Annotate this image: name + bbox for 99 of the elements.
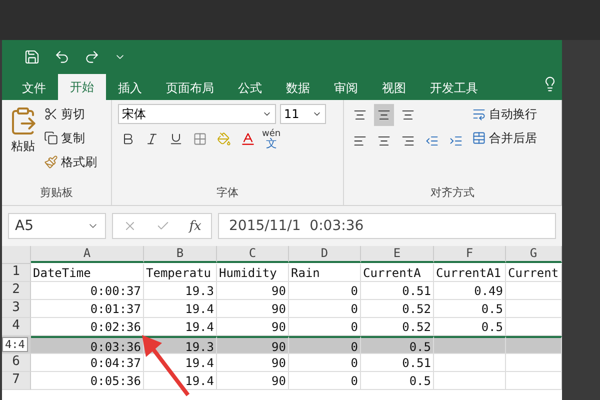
table-cell: 0.51 — [361, 354, 434, 372]
row-header[interactable]: 3 — [2, 300, 31, 318]
table-cell: 0 — [289, 354, 361, 372]
undo-icon[interactable] — [54, 49, 70, 65]
save-icon[interactable] — [24, 49, 40, 65]
ribbon-tab[interactable]: 数据 — [274, 76, 322, 100]
table-cell: Current — [506, 264, 562, 282]
column-header[interactable]: E — [361, 246, 434, 263]
ribbon-tab[interactable]: 视图 — [370, 76, 418, 100]
table-cell: 0.5 — [434, 300, 506, 318]
table-cell: 0.5 — [361, 372, 434, 390]
table-cell: 90 — [217, 336, 289, 354]
name-box[interactable]: A5 — [8, 213, 106, 239]
ribbon-tab[interactable]: 公式 — [226, 76, 274, 100]
align-icon[interactable] — [401, 108, 415, 122]
group-label: 字体 — [216, 185, 240, 201]
wrap-text-button[interactable]: 自动换行 — [472, 104, 537, 124]
column-header[interactable]: G — [506, 246, 562, 263]
ribbon-tab[interactable]: 插入 — [106, 76, 154, 100]
ribbon-tab[interactable]: 开始 — [58, 74, 106, 100]
row-header[interactable]: 7 — [2, 372, 31, 390]
column-header[interactable]: D — [289, 246, 361, 263]
wrap-text-icon[interactable] — [472, 107, 486, 121]
grid-icon[interactable] — [193, 132, 207, 146]
scissors-icon[interactable] — [44, 107, 58, 121]
table-cell: CurrentA1 — [434, 264, 506, 282]
ribbon-tab[interactable]: 审阅 — [322, 76, 370, 100]
table-cell: 19.4 — [144, 372, 217, 390]
group-label: 剪贴板 — [39, 185, 74, 201]
copy-button[interactable]: 复制 — [44, 128, 97, 148]
font-size-field[interactable]: 11 — [280, 104, 326, 124]
table-cell: 19.3 — [144, 282, 217, 300]
table-cell: 19.4 — [144, 300, 217, 318]
table-cell: 0.52 — [361, 318, 434, 336]
table-cell: 0 — [289, 282, 361, 300]
align-middle-button[interactable] — [374, 104, 394, 126]
ribbon-tab[interactable]: 开发工具 — [418, 76, 490, 100]
table-cell: 0.5 — [434, 318, 506, 336]
ribbon-tab[interactable]: 文件 — [10, 76, 58, 100]
table-cell: 0:02:36 — [31, 318, 144, 336]
table-cell: 0:03:36 — [31, 336, 144, 354]
ribbon-tab[interactable]: 页面布局 — [154, 76, 226, 100]
table-cell: 0:05:36 — [31, 372, 144, 390]
group-label: 对齐方式 — [430, 185, 476, 201]
table-cell: Humidity — [217, 264, 289, 282]
table-cell: DateTime — [31, 264, 144, 282]
table-cell: 0 — [289, 318, 361, 336]
table-cell: 0.5 — [361, 336, 434, 354]
bold-icon[interactable] — [121, 132, 135, 146]
table-cell: 0 — [289, 336, 361, 354]
underline-icon[interactable] — [169, 132, 183, 146]
row-header[interactable]: 2 — [2, 282, 31, 300]
indent-decrease-icon[interactable] — [425, 134, 439, 148]
align-center-icon[interactable] — [377, 134, 391, 148]
align-icon[interactable] — [353, 108, 367, 122]
table-cell: 0 — [289, 300, 361, 318]
table-cell: 0 — [289, 372, 361, 390]
formula-field[interactable]: 2015/11/1 0:03:36 — [218, 213, 556, 239]
column-header[interactable]: F — [434, 246, 506, 263]
table-cell: Rain — [289, 264, 361, 282]
merge-button[interactable]: 合并后居 — [472, 128, 537, 148]
table-cell: 0:01:37 — [31, 300, 144, 318]
table-cell: 0.52 — [361, 300, 434, 318]
table-cell: 19.4 — [144, 354, 217, 372]
phonetic-button[interactable]: wén 文 — [262, 129, 281, 149]
insert-function-button[interactable]: fx — [189, 218, 202, 234]
table-cell: 0.49 — [434, 282, 506, 300]
merge-icon[interactable] — [472, 131, 486, 145]
copy-icon[interactable] — [44, 131, 58, 145]
row-header[interactable]: 4:4 — [2, 336, 31, 354]
format-painter-button[interactable]: 格式刷 — [44, 152, 97, 172]
table-cell: 90 — [217, 300, 289, 318]
cut-button[interactable]: 剪切 — [44, 104, 97, 124]
table-cell: 90 — [217, 282, 289, 300]
column-header[interactable]: B — [144, 246, 217, 263]
align-left-icon[interactable] — [353, 134, 367, 148]
table-cell: 0:00:37 — [31, 282, 144, 300]
italic-icon[interactable] — [145, 132, 159, 146]
table-cell: 90 — [217, 318, 289, 336]
table-cell: CurrentA — [361, 264, 434, 282]
align-icon[interactable] — [377, 108, 391, 122]
table-cell: Temperatu — [144, 264, 217, 282]
table-cell: 90 — [217, 354, 289, 372]
table-cell: 90 — [217, 372, 289, 390]
row-header[interactable]: 1 — [2, 264, 31, 282]
tooltip: 4:4 — [2, 337, 28, 352]
row-header[interactable]: 4 — [2, 318, 31, 336]
column-header[interactable]: A — [31, 246, 144, 263]
table-cell: 19.4 — [144, 318, 217, 336]
row-header[interactable]: 6 — [2, 354, 31, 372]
table-cell: 0.51 — [361, 282, 434, 300]
column-header[interactable]: C — [217, 246, 289, 263]
table-cell: 0:04:37 — [31, 354, 144, 372]
font-name-field[interactable]: 宋体 — [118, 104, 276, 124]
indent-increase-icon[interactable] — [449, 134, 463, 148]
align-right-icon[interactable] — [401, 134, 415, 148]
redo-icon[interactable] — [84, 49, 100, 65]
paste-button[interactable]: 粘贴 — [8, 104, 38, 185]
brush-icon[interactable] — [44, 155, 58, 169]
